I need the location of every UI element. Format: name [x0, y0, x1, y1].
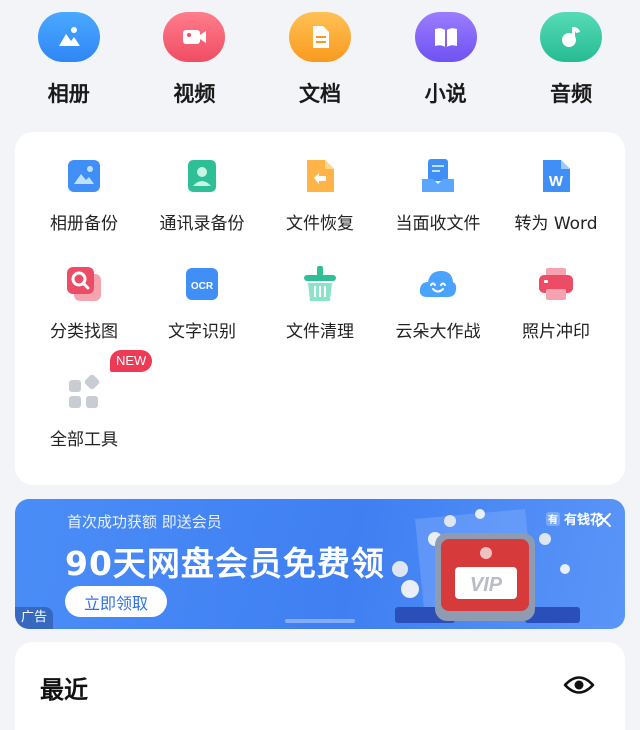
- category-audio[interactable]: 音频: [516, 0, 626, 118]
- recent-title: 最近: [40, 676, 88, 704]
- ad-title: 90天网盘会员免费领: [65, 544, 385, 583]
- tool-image-search[interactable]: 分类找图: [25, 264, 143, 342]
- book-icon: [414, 12, 477, 62]
- new-badge: NEW: [110, 350, 153, 372]
- category-novel[interactable]: 小说: [391, 0, 501, 118]
- tool-file-restore[interactable]: 文件恢复: [261, 156, 379, 234]
- tool-label: 相册备份: [50, 214, 118, 234]
- word-icon: W: [536, 156, 576, 196]
- tool-all-tools[interactable]: NEW 全部工具: [25, 350, 153, 450]
- ocr-icon-text: OCR: [191, 281, 214, 292]
- photo-print-icon: [536, 264, 576, 304]
- photo-backup-icon: [64, 156, 104, 196]
- category-album[interactable]: 相册: [14, 0, 124, 118]
- word-icon-text: W: [549, 173, 564, 190]
- contacts-backup-icon: [182, 156, 222, 196]
- tool-receive-file[interactable]: 当面收文件: [379, 156, 497, 234]
- category-label: 相册: [47, 82, 90, 106]
- tool-label: 文件清理: [286, 322, 354, 342]
- tool-label: 文字识别: [168, 322, 236, 342]
- category-label: 文档: [298, 82, 341, 106]
- document-icon: [288, 12, 351, 62]
- tool-photo-backup[interactable]: 相册备份: [25, 156, 143, 234]
- recent-card: 最近: [15, 642, 625, 730]
- ad-subtitle: 首次成功获额 即送会员: [67, 513, 222, 531]
- image-search-icon: [64, 264, 104, 304]
- album-icon: [37, 12, 100, 62]
- ocr-icon: OCR: [182, 264, 222, 304]
- brand-logo-icon: 有: [545, 511, 560, 526]
- tool-label: 通讯录备份: [159, 214, 245, 234]
- all-tools-icon: NEW: [64, 350, 153, 412]
- category-label: 音频: [550, 82, 593, 106]
- category-document[interactable]: 文档: [265, 0, 375, 118]
- tool-ocr[interactable]: OCR 文字识别: [143, 264, 261, 342]
- category-label: 视频: [173, 82, 216, 106]
- tool-label: 云朵大作战: [395, 322, 481, 342]
- tool-label: 转为 Word: [514, 214, 598, 234]
- video-icon: [163, 12, 226, 62]
- music-icon: [540, 12, 603, 62]
- vip-text: VIP: [470, 574, 503, 596]
- receive-file-icon: [418, 156, 458, 196]
- tool-label: 分类找图: [50, 322, 118, 342]
- category-row: 相册 视频 文档 小说 音频: [0, 0, 640, 118]
- clean-icon: [300, 264, 340, 304]
- ad-banner[interactable]: 首次成功获额 即送会员 90天网盘会员免费领 立即领取 VIP 有 有钱花 广告: [15, 499, 625, 629]
- tool-convert-word[interactable]: W 转为 Word: [497, 156, 615, 234]
- eye-icon[interactable]: [563, 672, 595, 698]
- tool-label: 当面收文件: [395, 214, 481, 234]
- tool-file-clean[interactable]: 文件清理: [261, 264, 379, 342]
- carousel-indicator: [285, 619, 355, 623]
- tool-cloud-game[interactable]: 云朵大作战: [379, 264, 497, 342]
- cloud-game-icon: [418, 264, 458, 304]
- tool-label: 文件恢复: [286, 214, 354, 234]
- category-label: 小说: [424, 82, 467, 106]
- tool-label: 照片冲印: [522, 322, 590, 342]
- ad-tag: 广告: [15, 607, 54, 629]
- tools-card: 相册备份 通讯录备份 文件恢复 当面收文件 W 转为 Word 分类找图 OCR: [15, 132, 625, 485]
- category-video[interactable]: 视频: [139, 0, 249, 118]
- tool-contacts-backup[interactable]: 通讯录备份: [143, 156, 261, 234]
- tool-label: 全部工具: [50, 430, 118, 450]
- file-restore-icon: [300, 156, 340, 196]
- tool-photo-print[interactable]: 照片冲印: [497, 264, 615, 342]
- close-icon[interactable]: [595, 511, 613, 529]
- ad-claim-button[interactable]: 立即领取: [65, 586, 167, 617]
